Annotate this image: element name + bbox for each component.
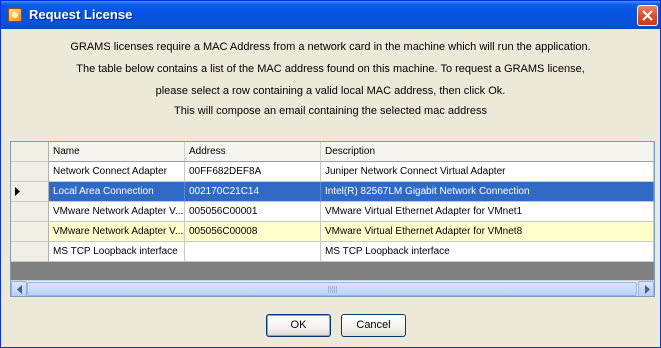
cell-name[interactable]: VMware Network Adapter V... xyxy=(49,222,185,242)
cell-address[interactable]: 002170C21C14 xyxy=(185,182,321,202)
row-header[interactable] xyxy=(11,182,49,202)
cell-description[interactable]: MS TCP Loopback interface xyxy=(321,242,654,262)
table-header-row: Name Address Description xyxy=(11,142,654,162)
table-row[interactable]: VMware Network Adapter V... 005056C00008 V… xyxy=(11,222,654,242)
title-bar[interactable]: Request License xyxy=(1,1,660,29)
row-header[interactable] xyxy=(11,202,49,222)
table-row[interactable]: Network Connect Adapter 00FF682DEF8A Junip… xyxy=(11,162,654,182)
cell-address[interactable] xyxy=(185,242,321,262)
close-icon xyxy=(642,10,653,21)
cell-name[interactable]: MS TCP Loopback interface xyxy=(49,242,185,262)
message-line-4: This will compose an email containing th… xyxy=(173,105,488,117)
cell-address[interactable]: 005056C00008 xyxy=(185,222,321,242)
table-row[interactable]: Local Area Connection 002170C21C14 Intel(R… xyxy=(11,182,654,202)
cell-description[interactable]: VMware Virtual Ethernet Adapter for VMne… xyxy=(321,222,654,242)
cell-description[interactable]: Intel(R) 82567LM Gigabit Network Connect… xyxy=(321,182,654,202)
scroll-right-button[interactable] xyxy=(638,281,654,296)
column-header-name[interactable]: Name xyxy=(49,142,185,162)
scroll-left-arrow-icon xyxy=(17,285,22,294)
message-line-3: please select a row containing a valid l… xyxy=(155,85,506,97)
row-header[interactable] xyxy=(11,242,49,262)
cell-description[interactable]: VMware Virtual Ethernet Adapter for VMne… xyxy=(321,202,654,222)
scrollbar-thumb[interactable] xyxy=(27,282,637,296)
message-line-2: The table below contains a list of the M… xyxy=(76,63,585,75)
column-header-description[interactable]: Description xyxy=(321,142,654,162)
table-row[interactable]: VMware Network Adapter V... 005056C00001 V… xyxy=(11,202,654,222)
cell-description[interactable]: Juniper Network Connect Virtual Adapter xyxy=(321,162,654,182)
table-row[interactable]: MS TCP Loopback interface MS TCP Loopback… xyxy=(11,242,654,262)
current-row-arrow-icon xyxy=(15,187,20,196)
scroll-left-button[interactable] xyxy=(11,281,27,296)
ok-button[interactable]: OK xyxy=(266,314,331,337)
message-line-1: GRAMS licenses require a MAC Address fro… xyxy=(70,41,591,53)
row-header[interactable] xyxy=(11,162,49,182)
cell-address[interactable]: 00FF682DEF8A xyxy=(185,162,321,182)
scrollbar-grip-icon xyxy=(328,286,337,293)
close-button[interactable] xyxy=(637,5,658,26)
app-icon xyxy=(8,8,22,22)
row-header[interactable] xyxy=(11,222,49,242)
request-license-dialog: Request License GRAMS licenses require a… xyxy=(0,0,661,348)
cell-name[interactable]: Network Connect Adapter xyxy=(49,162,185,182)
column-header-address[interactable]: Address xyxy=(185,142,321,162)
cell-name[interactable]: Local Area Connection xyxy=(49,182,185,202)
cancel-button[interactable]: Cancel xyxy=(341,314,406,337)
cell-name[interactable]: VMware Network Adapter V... xyxy=(49,202,185,222)
horizontal-scrollbar[interactable] xyxy=(11,280,654,296)
header-corner xyxy=(11,142,49,162)
mac-address-table[interactable]: Name Address Description Network Connect… xyxy=(10,141,655,297)
scroll-right-arrow-icon xyxy=(645,285,650,294)
window-title: Request License xyxy=(29,7,133,22)
cell-address[interactable]: 005056C00001 xyxy=(185,202,321,222)
